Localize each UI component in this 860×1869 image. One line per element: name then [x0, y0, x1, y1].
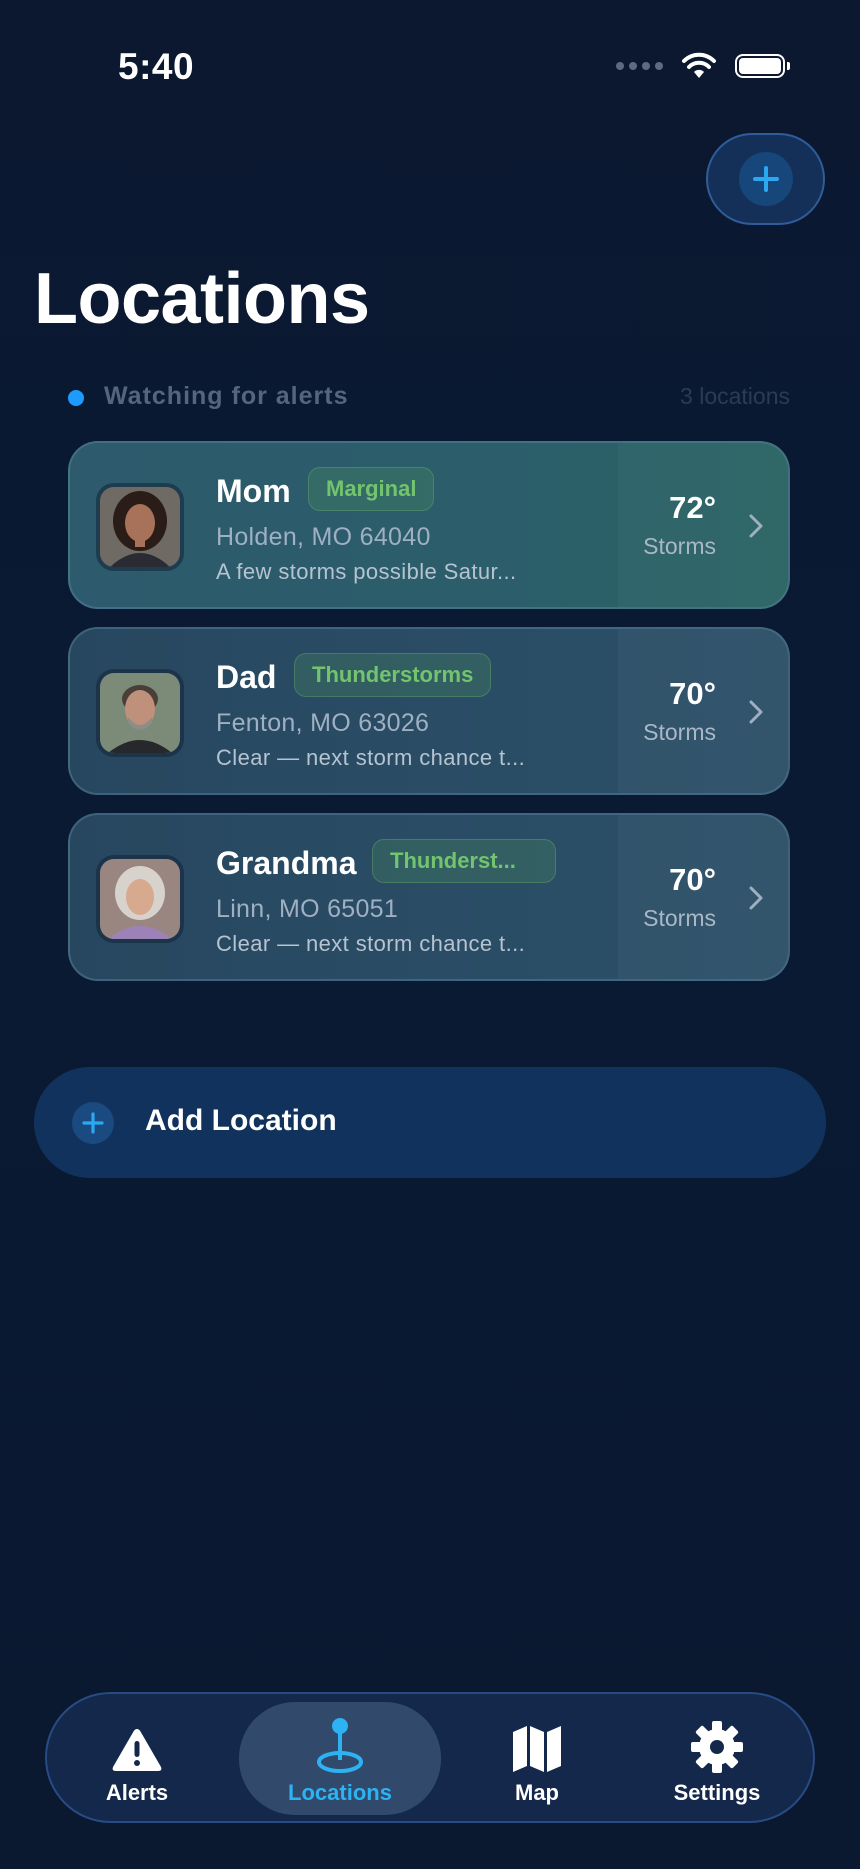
location-card-grandma[interactable]: Grandma Thunderst... Linn, MO 65051 Clea…	[68, 813, 790, 981]
condition: Storms	[643, 905, 716, 931]
add-location-button[interactable]: Add Location	[34, 1067, 826, 1178]
tab-locations[interactable]: Locations	[239, 1702, 441, 1815]
avatar	[96, 483, 184, 571]
location-address: Holden, MO 64040	[216, 523, 431, 551]
temperature: 70°	[669, 676, 716, 711]
location-name: Grandma	[216, 845, 357, 881]
condition: Storms	[643, 719, 716, 745]
gear-icon	[691, 1721, 743, 1773]
risk-badge: Marginal	[308, 467, 435, 511]
location-address: Fenton, MO 63026	[216, 709, 430, 737]
add-location-label: Add Location	[145, 1104, 337, 1137]
avatar	[96, 669, 184, 757]
tab-label: Alerts	[105, 1780, 169, 1805]
location-count: 3 locations	[680, 383, 790, 409]
tab-label: Settings	[673, 1780, 761, 1805]
warning-icon	[112, 1729, 162, 1771]
status-icons	[616, 52, 790, 80]
avatar	[96, 855, 184, 943]
battery-icon	[735, 54, 790, 78]
chevron-right-icon	[749, 886, 763, 910]
tab-bar: Alerts Locations Map Settings	[45, 1692, 815, 1823]
tab-alerts[interactable]: Alerts	[67, 1702, 207, 1815]
plus-icon	[738, 152, 793, 206]
chevron-right-icon	[749, 514, 763, 538]
temperature: 72°	[669, 490, 716, 525]
tab-label: Map	[515, 1780, 559, 1805]
location-name: Mom	[216, 473, 291, 509]
location-name: Dad	[216, 659, 277, 695]
watch-status-row: Watching for alerts 3 locations	[68, 380, 790, 414]
location-address: Linn, MO 65051	[216, 895, 399, 923]
wifi-icon	[682, 52, 716, 78]
plus-icon	[72, 1102, 114, 1144]
temperature: 70°	[669, 862, 716, 897]
status-dot	[68, 390, 84, 406]
add-location-top-button[interactable]	[706, 133, 825, 225]
location-pin-icon	[317, 1718, 363, 1773]
forecast-summary: Clear — next storm chance t...	[216, 931, 526, 956]
cellular-signal-icon	[616, 62, 663, 70]
status-time: 5:40	[118, 46, 195, 87]
tab-settings[interactable]: Settings	[637, 1702, 797, 1815]
forecast-summary: A few storms possible Satur...	[216, 559, 517, 584]
risk-badge: Thunderstorms	[294, 653, 492, 697]
chevron-right-icon	[749, 700, 763, 724]
location-card-mom[interactable]: Mom Marginal Holden, MO 64040 A few stor…	[68, 441, 790, 609]
page-title: Locations	[34, 259, 370, 339]
watch-status-text: Watching for alerts	[104, 382, 349, 410]
map-icon	[513, 1726, 561, 1772]
tab-map[interactable]: Map	[467, 1702, 607, 1815]
location-card-dad[interactable]: Dad Thunderstorms Fenton, MO 63026 Clear…	[68, 627, 790, 795]
condition: Storms	[643, 533, 716, 559]
forecast-summary: Clear — next storm chance t...	[216, 745, 526, 770]
risk-badge: Thunderst...	[372, 839, 556, 883]
tab-label: Locations	[288, 1780, 392, 1805]
